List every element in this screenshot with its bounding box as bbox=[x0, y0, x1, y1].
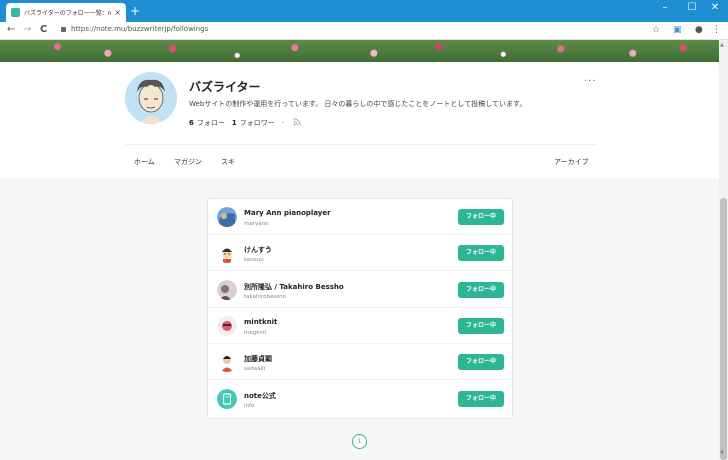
scroll-up-icon[interactable]: ▲ bbox=[720, 42, 724, 48]
followers-count[interactable]: 1 bbox=[232, 119, 237, 127]
scroll-thumb[interactable] bbox=[720, 198, 727, 460]
profile-description: Webサイトの制作や運用を行っています。 日々の暮らしの中で感じたことをノートと… bbox=[189, 100, 527, 108]
following-button[interactable]: フォロー中 bbox=[458, 391, 504, 407]
following-label[interactable]: フォロー bbox=[197, 118, 225, 128]
close-tab-icon[interactable]: × bbox=[114, 8, 121, 17]
user-id: maryann bbox=[244, 221, 269, 227]
back-arrow-icon[interactable]: ← bbox=[7, 24, 15, 35]
account-icon[interactable]: ● bbox=[695, 25, 703, 35]
following-button[interactable]: フォロー中 bbox=[458, 245, 504, 261]
extension-icon[interactable]: ▣ bbox=[673, 25, 682, 35]
user-avatar[interactable] bbox=[217, 389, 237, 409]
browser-menu-icon[interactable]: ⋮ bbox=[712, 25, 721, 35]
profile-name: バズライター bbox=[189, 80, 261, 94]
user-id: kensuu bbox=[244, 257, 264, 263]
address-bar[interactable]: https://note.mu/buzzwriterjp/followings bbox=[71, 25, 208, 33]
forward-arrow-icon[interactable]: → bbox=[23, 24, 31, 35]
user-id: info bbox=[244, 403, 255, 409]
user-id: takahirobessho bbox=[244, 294, 286, 300]
reload-icon[interactable]: C bbox=[40, 24, 47, 35]
user-name[interactable]: けんすう bbox=[244, 245, 272, 255]
minimize-button[interactable]: – bbox=[652, 2, 678, 13]
user-avatar[interactable] bbox=[217, 243, 237, 263]
bookmark-star-icon[interactable]: ☆ bbox=[652, 25, 660, 35]
stats-separator: · bbox=[281, 119, 284, 127]
following-list-area: Mary Ann pianoplayer maryann フォロー中 けんすう … bbox=[0, 179, 719, 460]
browser-tab[interactable]: バズライターのフォロー一覧：note × bbox=[6, 3, 126, 22]
rss-icon[interactable] bbox=[293, 118, 301, 128]
tab-likes[interactable]: スキ bbox=[221, 157, 235, 167]
list-item[interactable]: Mary Ann pianoplayer maryann フォロー中 bbox=[208, 199, 512, 235]
profile-avatar[interactable] bbox=[125, 72, 177, 124]
user-name[interactable]: 別所隆弘 / Takahiro Bessho bbox=[244, 282, 344, 292]
list-item[interactable]: けんすう kensuu フォロー中 bbox=[208, 235, 512, 271]
note-favicon-icon bbox=[11, 8, 20, 17]
followers-label[interactable]: フォロワー bbox=[240, 118, 275, 128]
pagination-current-page[interactable]: 1 bbox=[352, 434, 367, 449]
user-name[interactable]: note公式 bbox=[244, 391, 276, 401]
header-banner-image bbox=[0, 40, 719, 62]
following-button[interactable]: フォロー中 bbox=[458, 282, 504, 298]
list-item[interactable]: mintknit megknit フォロー中 bbox=[208, 308, 512, 344]
user-name[interactable]: 加藤貞顕 bbox=[244, 354, 272, 364]
profile-header: バズライター ··· Webサイトの制作や運用を行っています。 日々の暮らしの中… bbox=[0, 62, 719, 179]
user-avatar[interactable] bbox=[217, 352, 237, 372]
tab-magazine[interactable]: マガジン bbox=[174, 157, 202, 167]
following-button[interactable]: フォロー中 bbox=[458, 209, 504, 225]
following-button[interactable]: フォロー中 bbox=[458, 354, 504, 370]
user-id: megknit bbox=[244, 330, 267, 336]
following-list: Mary Ann pianoplayer maryann フォロー中 けんすう … bbox=[207, 198, 513, 419]
lock-icon bbox=[61, 27, 66, 32]
list-item[interactable]: 加藤貞顕 sadaaki フォロー中 bbox=[208, 344, 512, 380]
user-avatar[interactable] bbox=[217, 207, 237, 227]
user-avatar[interactable] bbox=[217, 316, 237, 336]
following-button[interactable]: フォロー中 bbox=[458, 318, 504, 334]
browser-titlebar: バズライターのフォロー一覧：note × + – ☐ ✕ bbox=[0, 0, 728, 22]
tab-home[interactable]: ホーム bbox=[134, 157, 155, 167]
page-scrollbar[interactable]: ▲ ▼ bbox=[719, 40, 728, 460]
profile-divider bbox=[125, 144, 597, 145]
profile-stats: 6 フォロー 1 フォロワー · bbox=[189, 118, 301, 128]
close-window-button[interactable]: ✕ bbox=[702, 2, 728, 13]
tab-title: バズライターのフォロー一覧：note bbox=[24, 10, 112, 17]
tab-archive[interactable]: アーカイブ bbox=[554, 157, 589, 167]
user-name[interactable]: mintknit bbox=[244, 318, 277, 326]
user-name[interactable]: Mary Ann pianoplayer bbox=[244, 209, 331, 217]
scroll-down-icon[interactable]: ▼ bbox=[720, 450, 724, 456]
more-options-icon[interactable]: ··· bbox=[584, 76, 597, 87]
user-avatar[interactable] bbox=[217, 280, 237, 300]
list-item[interactable]: note公式 info フォロー中 bbox=[208, 381, 512, 417]
following-count[interactable]: 6 bbox=[189, 119, 194, 127]
new-tab-button[interactable]: + bbox=[130, 4, 140, 18]
list-item[interactable]: 別所隆弘 / Takahiro Bessho takahirobessho フォ… bbox=[208, 272, 512, 308]
browser-toolbar: ← → C https://note.mu/buzzwriterjp/follo… bbox=[0, 22, 728, 40]
user-id: sadaaki bbox=[244, 366, 266, 372]
